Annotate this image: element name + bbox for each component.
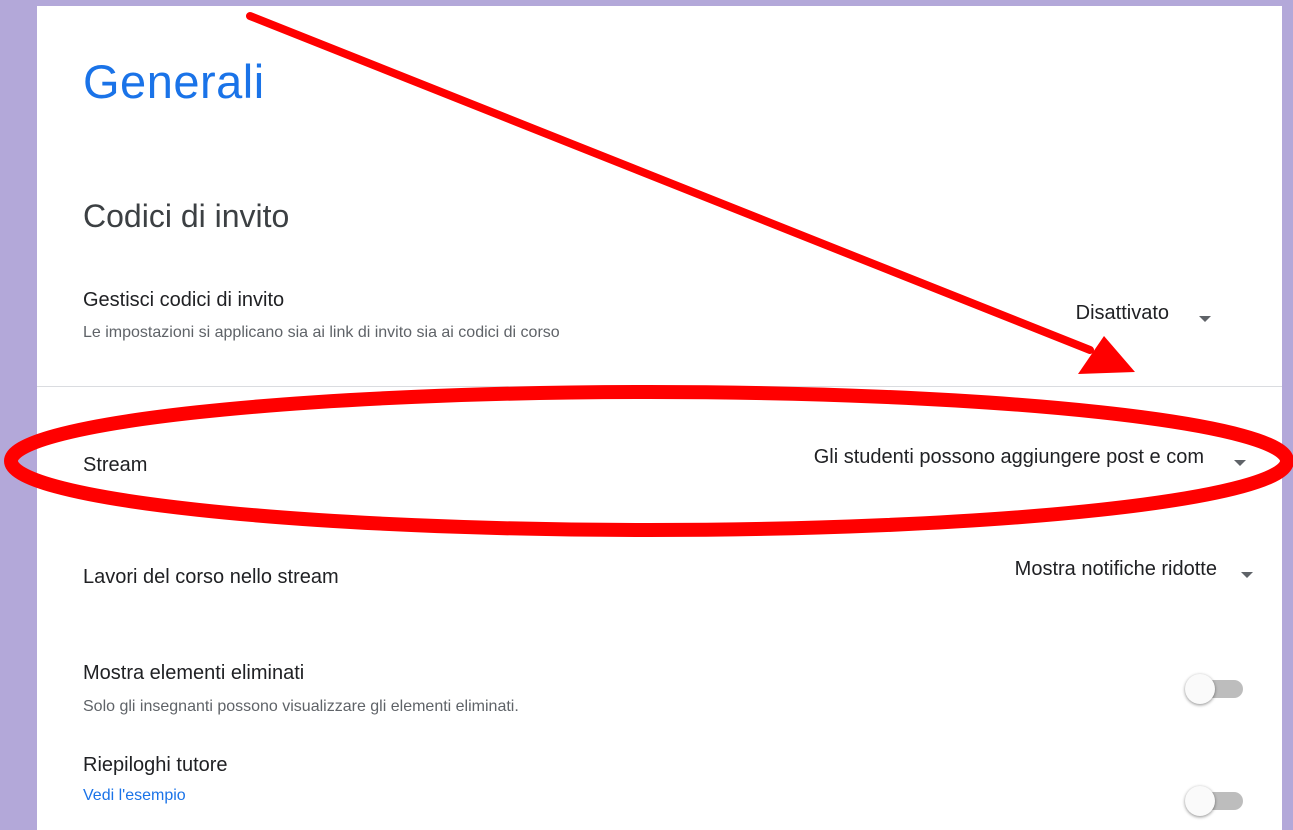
classwork-dropdown-value: Mostra notifiche ridotte <box>1014 558 1217 580</box>
guardian-summaries-label: Riepiloghi tutore <box>83 754 228 776</box>
invite-codes-dropdown[interactable]: Disattivato <box>997 300 1227 334</box>
settings-card: Generali Codici di invito Gestisci codic… <box>37 6 1282 830</box>
chevron-down-icon <box>1234 460 1246 466</box>
manage-invite-codes-label: Gestisci codici di invito <box>83 289 285 311</box>
deleted-items-toggle[interactable] <box>1185 674 1245 704</box>
page-title: Generali <box>83 55 265 108</box>
stream-dropdown-value: Gli studenti possono aggiungere post e c… <box>813 446 1204 468</box>
toggle-knob <box>1185 786 1215 816</box>
guardian-summaries-toggle[interactable] <box>1185 786 1245 816</box>
chevron-down-icon <box>1241 572 1253 578</box>
manage-invite-codes-description: Le impostazioni si applicano sia ai link… <box>83 324 560 341</box>
toggle-knob <box>1185 674 1215 704</box>
deleted-items-label: Mostra elementi eliminati <box>83 662 305 684</box>
deleted-items-description: Solo gli insegnanti possono visualizzare… <box>83 698 519 715</box>
chevron-down-icon <box>1199 316 1211 322</box>
section-title-invite-codes: Codici di invito <box>83 198 290 234</box>
divider <box>37 386 1282 387</box>
see-example-link[interactable]: Vedi l'esempio <box>83 787 186 805</box>
stream-label: Stream <box>83 454 148 476</box>
classwork-label: Lavori del corso nello stream <box>83 566 339 588</box>
classwork-dropdown[interactable]: Mostra notifiche ridotte <box>877 556 1257 592</box>
invite-codes-dropdown-value: Disattivato <box>1075 302 1169 324</box>
stream-dropdown[interactable]: Gli studenti possono aggiungere post e c… <box>657 444 1257 480</box>
